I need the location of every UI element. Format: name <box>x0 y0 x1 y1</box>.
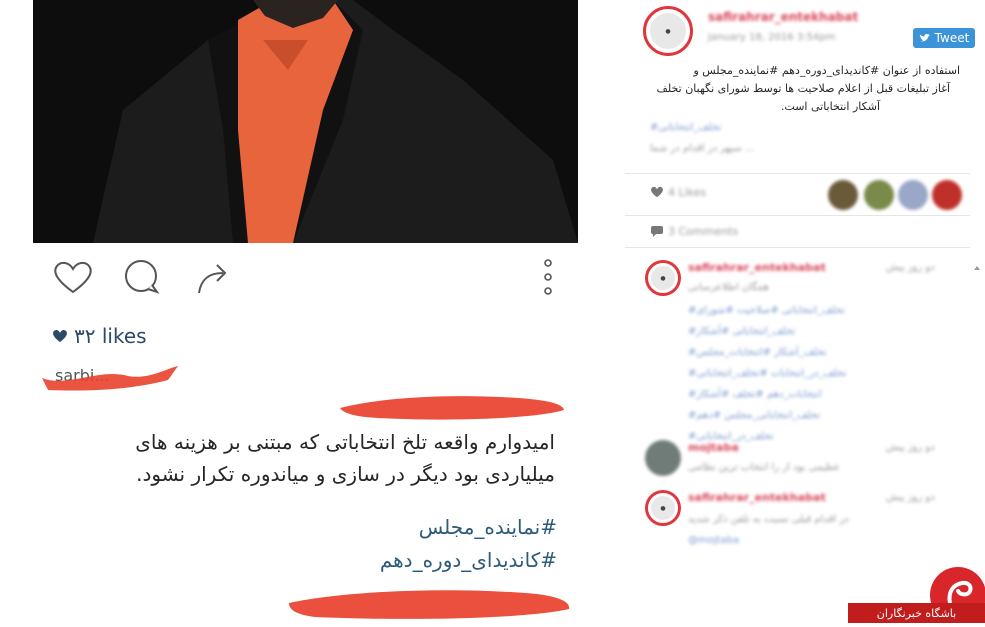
caption-line-2: میلیاردی بود دیگر در سازی و میاندوره تکر… <box>136 462 555 486</box>
post-date: January 18, 2016 3:54pm <box>708 32 836 43</box>
comment-3-avatar[interactable]: ● <box>645 490 681 526</box>
comment-3-text: در اقدام قبلی نسبت به تلفن ذکر شدید <box>688 514 849 525</box>
instagram-post-panel: ۳۲ likes sarbi... امیدوارم واقعه تلخ انت… <box>0 0 600 623</box>
comment-3-user[interactable]: safirahrar_entekhabat <box>688 491 826 504</box>
embed-comments-count: 3 Comments <box>668 225 739 238</box>
tweet-button[interactable]: Tweet <box>913 28 975 48</box>
likes-count: ۳۲ likes <box>52 324 147 348</box>
comment-2-time: دو روز پیش <box>886 442 935 453</box>
comment-1-avatar[interactable]: ● <box>645 260 681 296</box>
embed-text-3: آشکار انتخاباتی است. <box>780 100 880 113</box>
divider-1 <box>625 173 970 174</box>
comment-1-hashtags[interactable]: #تخلف_انتخاباتی #صلاحیت #شورای #تخلف_انتخ… <box>688 300 928 447</box>
divider-3 <box>625 247 970 248</box>
man-in-suit-image <box>33 0 578 243</box>
tweet-label: Tweet <box>934 31 970 45</box>
hashtag-2[interactable]: #کاندیدای_دوره_دهم <box>60 548 557 572</box>
comment-1-user[interactable]: safirahrar_entekhabat <box>688 261 826 274</box>
redaction-scribble-3 <box>289 590 570 619</box>
more-options-icon[interactable] <box>540 255 556 299</box>
liker-avatar-1[interactable] <box>828 180 858 210</box>
account-name[interactable]: safirahrar_entekhabat <box>708 10 858 24</box>
liker-avatar-2[interactable] <box>864 180 894 210</box>
post-photo <box>33 0 578 243</box>
twitter-bird-icon <box>919 33 930 42</box>
hashtag-1[interactable]: #نماینده_مجلس <box>60 515 557 539</box>
small-heart-icon <box>53 329 67 342</box>
liker-avatar-4[interactable] <box>932 180 962 210</box>
redaction-scribble-1 <box>42 366 178 391</box>
likes-label: ۳۲ likes <box>74 324 147 348</box>
embed-likes: 4 Likes <box>668 186 707 199</box>
divider-2 <box>625 215 970 216</box>
watermark-badge: باشگاه خبرنگاران <box>848 603 985 623</box>
embed-hashtag-line[interactable]: #تخلف_انتخاباتی <box>650 122 721 133</box>
likes-heart-icon <box>651 186 663 198</box>
liker-avatar-3[interactable] <box>898 180 928 210</box>
comment-3-mention[interactable]: @mojtaba <box>688 535 739 546</box>
embed-text-1: استفاده از عنوان #کاندیدای_دوره_دهم #نما… <box>693 64 960 77</box>
comment-icon[interactable] <box>122 259 160 295</box>
caption-line-1: امیدوارم واقعه تلخ انتخاباتی که مبتنی بر… <box>135 430 555 454</box>
embed-text-2: آغاز تبلیغات قبل از اعلام صلاحیت ها توسط… <box>656 82 950 95</box>
comment-2-text: عظیمی بود از را انتخاب ترین نظامی <box>688 462 840 473</box>
post-actions-bar <box>50 255 560 299</box>
comment-2-avatar[interactable] <box>645 440 681 476</box>
comments-bubble-icon <box>651 226 663 237</box>
comment-2-user[interactable]: mojtaba <box>688 441 739 454</box>
share-icon[interactable] <box>195 259 231 295</box>
comment-3-time: دو روز پیش <box>886 492 935 503</box>
account-avatar[interactable]: ● <box>643 6 693 56</box>
embed-subtext: سپهر در اقدام در شما ... <box>650 143 755 154</box>
comment-1-time: دو روز پیش <box>886 262 935 273</box>
comment-1-text: همگان اطلاعرسانی <box>688 282 769 293</box>
redaction-scribble-2 <box>340 396 564 420</box>
heart-icon[interactable] <box>52 259 94 295</box>
